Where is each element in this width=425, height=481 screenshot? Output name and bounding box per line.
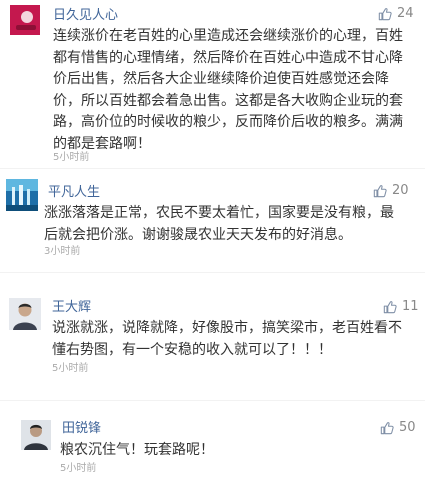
comment-item: 田锐锋 50 粮农沉住气！玩套路呢！ 5小时前 [0,410,425,481]
avatar-image-icon [6,179,38,211]
avatar-image-icon [9,298,41,330]
avatar[interactable] [10,5,40,35]
comment-item: 平凡人生 20 涨涨落落是正常，农民不要太着忙，国家要是没有粮，最后就会把价涨。… [0,170,425,272]
comment-text: 连续涨价在老百姓的心里造成还会继续涨价的心理，百姓都有惜售的心理情绪，然后降价在… [53,28,403,152]
like-count: 11 [402,299,419,314]
thumbs-up-icon [373,185,387,198]
avatar-image-icon [10,5,40,35]
avatar[interactable] [21,420,51,450]
timestamp: 5小时前 [53,152,90,163]
divider [0,272,425,273]
thumbs-up-icon [380,422,394,435]
comment-item: 日久见人心 24 连续涨价在老百姓的心里造成还会继续涨价的心理，百姓都有惜售的心… [0,0,425,170]
username[interactable]: 平凡人生 [48,185,100,201]
thumbs-up-icon [383,301,397,314]
avatar[interactable] [9,298,41,330]
avatar[interactable] [6,179,38,211]
like-count: 50 [399,420,416,435]
avatar-image-icon [21,420,51,450]
timestamp: 3小时前 [44,246,81,257]
username[interactable]: 王大辉 [52,300,91,316]
timestamp: 5小时前 [52,363,89,374]
divider [0,400,425,401]
like-button[interactable]: 50 [380,420,416,436]
username[interactable]: 日久见人心 [53,8,118,24]
like-count: 20 [392,183,409,198]
comment-item: 王大辉 11 说涨就涨，说降就降，好像股市，搞笑梁市，老百姓看不懂右势图，有一个… [0,290,425,400]
divider [0,168,425,169]
like-button[interactable]: 24 [378,6,414,22]
like-button[interactable]: 11 [383,299,419,315]
comment-text: 说涨就涨，说降就降，好像股市，搞笑梁市，老百姓看不懂右势图，有一个安稳的收入就可… [52,320,402,358]
timestamp: 5小时前 [60,463,97,474]
comment-text: 涨涨落落是正常，农民不要太着忙，国家要是没有粮，最后就会把价涨。谢谢骏晟农业天天… [44,205,394,243]
like-count: 24 [397,6,414,21]
thumbs-up-icon [378,8,392,21]
like-button[interactable]: 20 [373,183,409,199]
comment-text: 粮农沉住气！玩套路呢！ [60,442,214,458]
username[interactable]: 田锐锋 [62,421,101,437]
